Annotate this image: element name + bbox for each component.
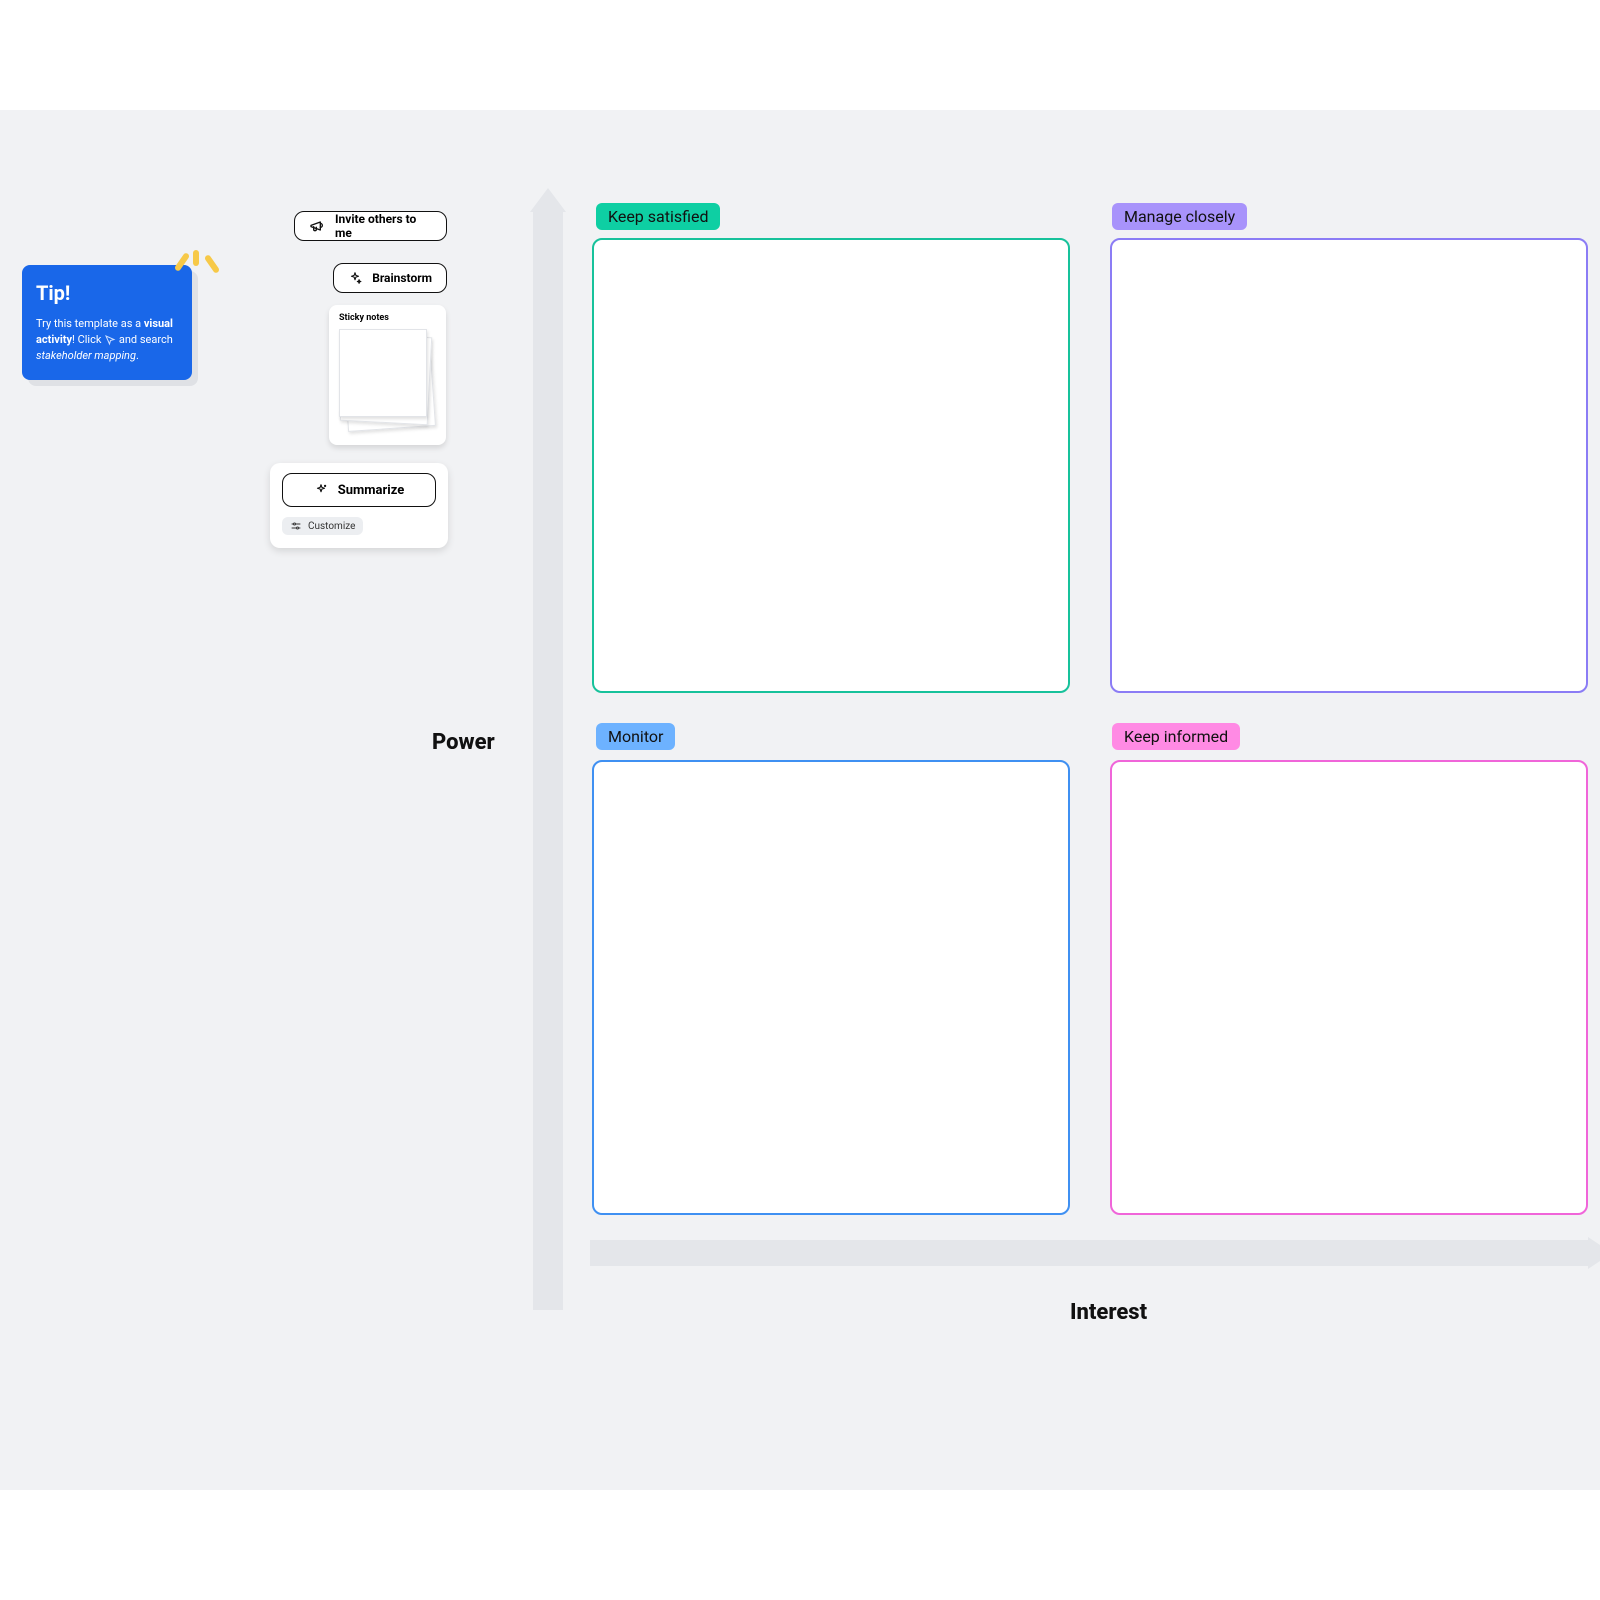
customize-chip[interactable]: Customize — [282, 517, 363, 535]
sliders-icon — [290, 520, 302, 532]
sticky-notes-label: Sticky notes — [339, 313, 436, 323]
summarize-button[interactable]: Summarize — [282, 473, 436, 507]
invite-button-label: Invite others to me — [335, 212, 432, 240]
megaphone-icon — [309, 218, 325, 234]
cursor-icon — [104, 334, 116, 346]
tip-title: Tip! — [36, 279, 178, 308]
quadrant-keep-informed[interactable] — [1110, 760, 1588, 1215]
invite-button[interactable]: Invite others to me — [294, 211, 447, 241]
x-axis-arrow — [590, 1240, 1590, 1266]
quadrant-manage-closely[interactable] — [1110, 238, 1588, 693]
sticky-notes-card[interactable]: Sticky notes — [329, 305, 446, 445]
brainstorm-button[interactable]: Brainstorm — [333, 263, 447, 293]
quadrant-tag-keep-informed: Keep informed — [1112, 723, 1240, 750]
spark-icon — [162, 253, 222, 293]
brainstorm-button-label: Brainstorm — [372, 271, 432, 285]
quadrant-keep-satisfied[interactable] — [592, 238, 1070, 693]
y-axis-arrow — [533, 210, 563, 1310]
summarize-button-label: Summarize — [338, 483, 405, 498]
canvas-background: Tip! Try this template as a visual activ… — [0, 110, 1600, 1490]
quadrant-monitor[interactable] — [592, 760, 1070, 1215]
y-axis-label: Power — [432, 730, 495, 755]
sparkle-icon — [314, 483, 328, 497]
tip-body: Try this template as a visual activity! … — [36, 316, 178, 364]
quadrant-tag-manage-closely: Manage closely — [1112, 203, 1247, 230]
quadrant-tag-keep-satisfied: Keep satisfied — [596, 203, 720, 230]
summarize-card: Summarize Customize — [270, 463, 448, 548]
customize-chip-label: Customize — [308, 521, 355, 532]
sticky-notes-stack-icon — [339, 329, 435, 433]
quadrant-tag-monitor: Monitor — [596, 723, 675, 750]
sparkle-icon — [348, 270, 362, 286]
x-axis-label: Interest — [1070, 1300, 1147, 1325]
tip-card-wrap: Tip! Try this template as a visual activ… — [22, 265, 192, 380]
